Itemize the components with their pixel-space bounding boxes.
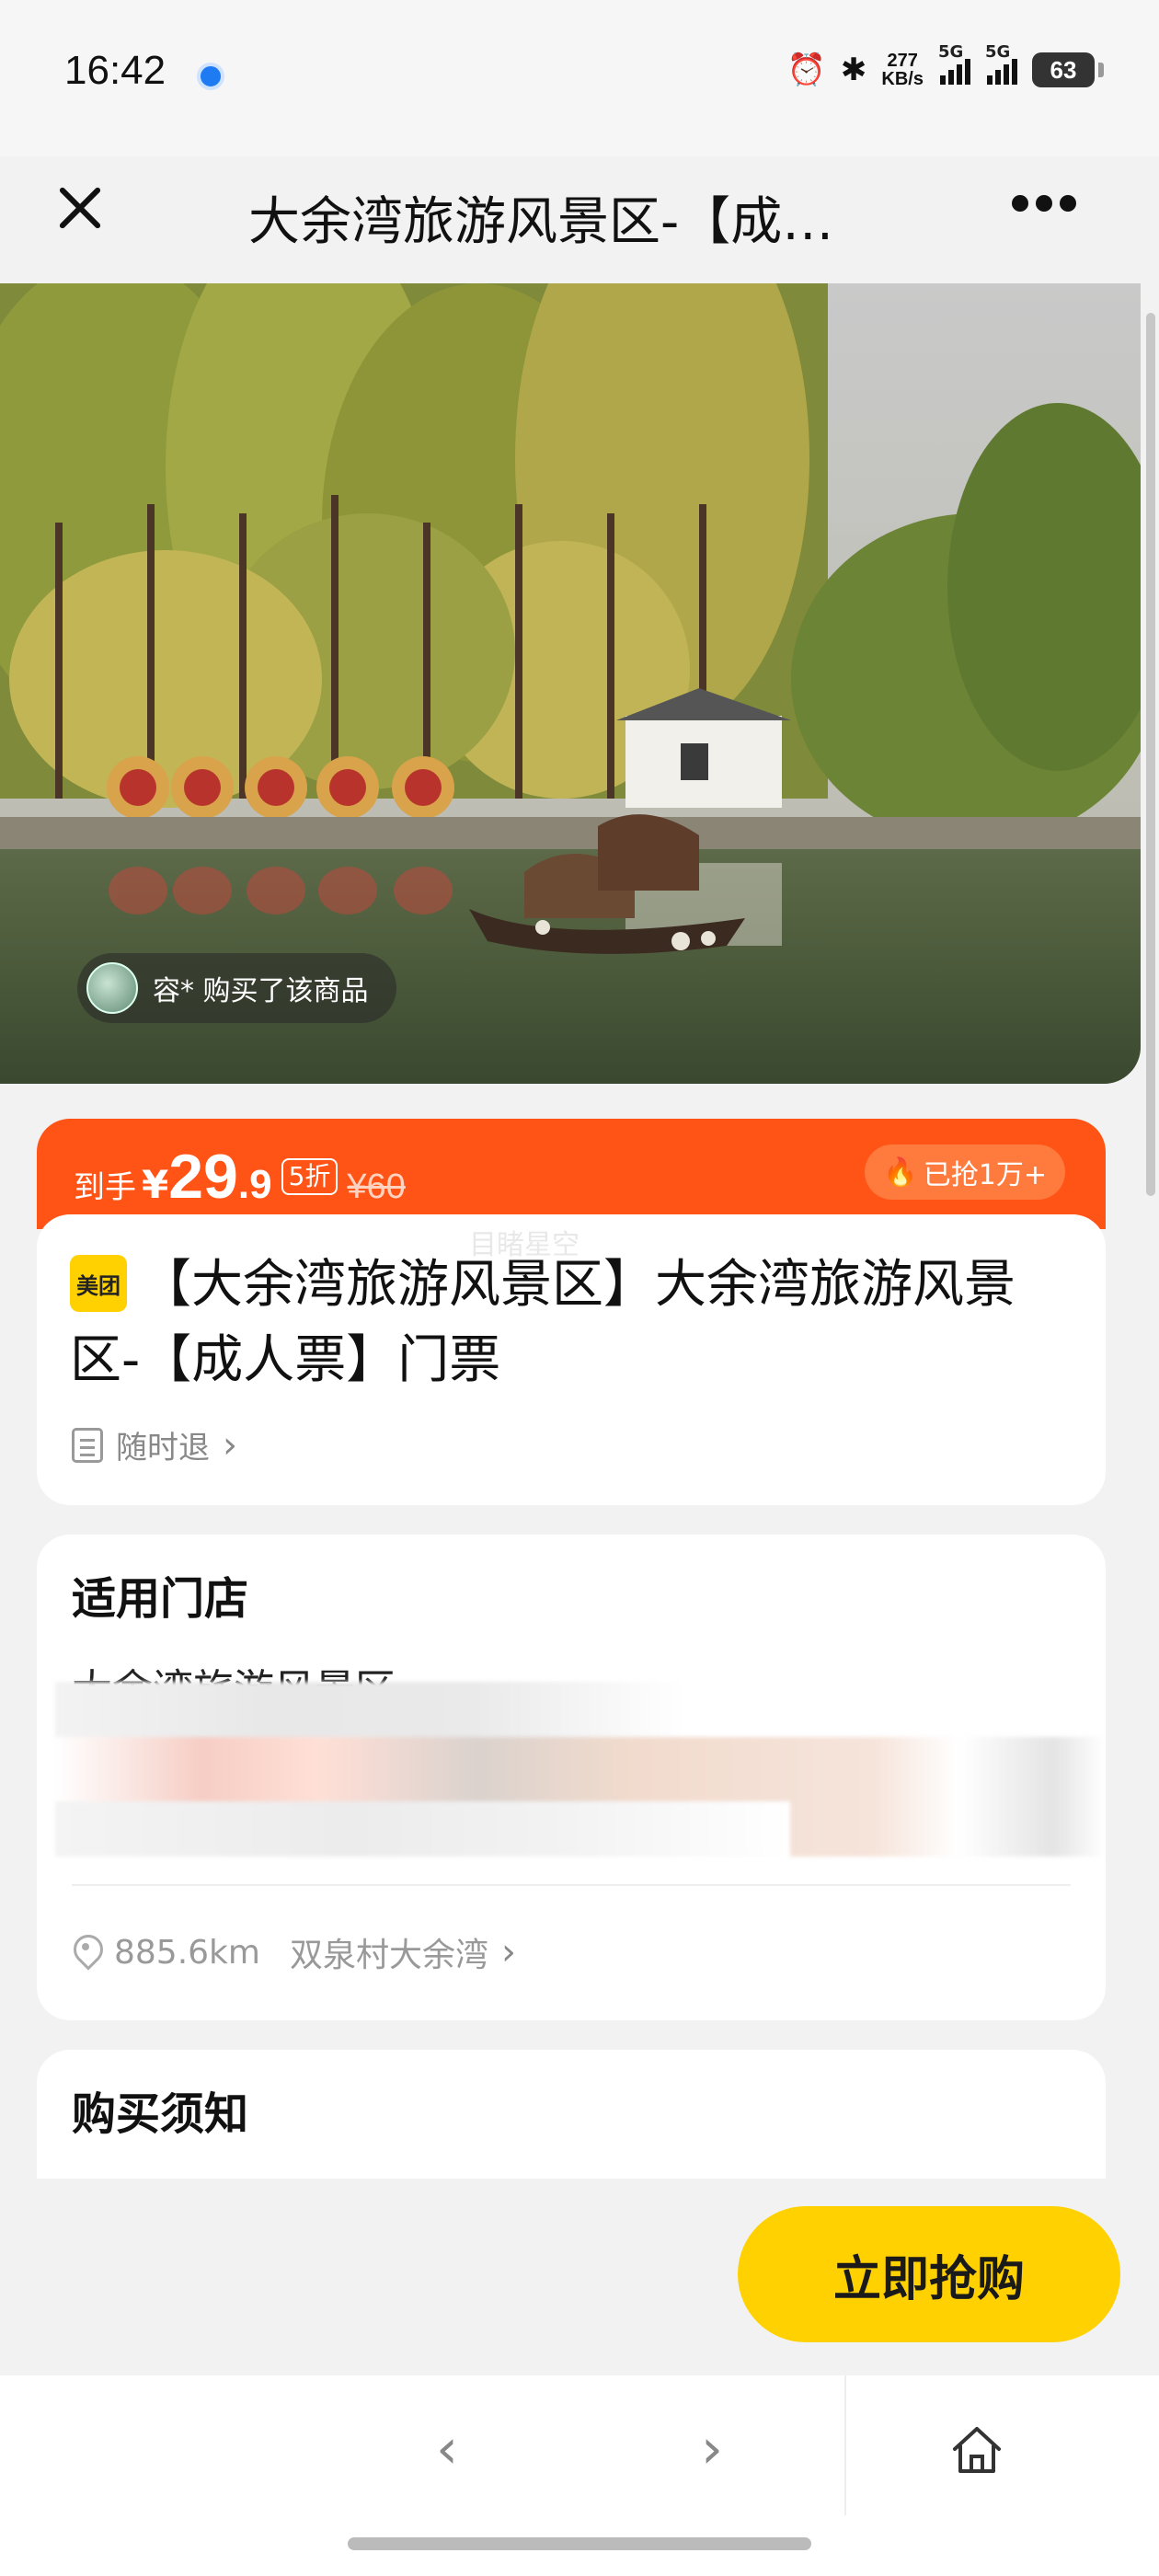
- network-speed-unit: KB/s: [881, 69, 924, 89]
- recent-buyer-notice: 容* 购买了该商品: [77, 953, 396, 1023]
- home-indicator[interactable]: [348, 2537, 811, 2550]
- back-arrow-icon[interactable]: ‹: [429, 2421, 465, 2477]
- applicable-stores-card: 适用门店 大余湾旅游风景区 885.6km 双泉村大余湾 ›: [37, 1535, 1106, 2020]
- location-pin-icon: [72, 1935, 101, 1970]
- status-icons: ⏰ ✱ 277 KB/s 5G 5G 63: [786, 42, 1104, 88]
- status-time: 16:42: [64, 48, 166, 93]
- store-address: 双泉村大余湾: [289, 1937, 488, 1974]
- divider: [844, 2375, 846, 2515]
- price-label: 到手: [74, 1169, 136, 1206]
- sold-count-text: 已抢1万+: [923, 1159, 1047, 1191]
- product-card: 目睹星空 【大余湾旅游风景区】大余湾旅游风景区-【成人票】门票 美团 随时退 ›: [37, 1214, 1106, 1505]
- price-area: 到手 ¥ 29 .9 5折 ¥60: [74, 1141, 406, 1213]
- original-price: ¥60: [347, 1167, 406, 1206]
- discount-badge: 5折: [281, 1158, 339, 1195]
- store-distance: 885.6km: [114, 1933, 260, 1972]
- chevron-right-icon: ›: [501, 1931, 516, 1973]
- close-icon[interactable]: [52, 180, 107, 236]
- refund-policy-label: 随时退: [116, 1430, 210, 1466]
- price-decimal: .9: [237, 1162, 272, 1207]
- alarm-icon: ⏰: [786, 52, 826, 88]
- app-notification-icon: [197, 63, 224, 90]
- scrollbar[interactable]: [1146, 313, 1155, 1196]
- network-speed-value: 277: [887, 51, 918, 71]
- network-speed: 277 KB/s: [881, 52, 924, 88]
- flame-icon: 🔥: [883, 1156, 918, 1189]
- chevron-right-icon: ›: [223, 1423, 237, 1466]
- refund-policy-link[interactable]: 随时退 ›: [72, 1422, 237, 1467]
- bluetooth-icon: ✱: [840, 52, 867, 88]
- document-icon: [72, 1427, 103, 1463]
- battery-icon: 63: [1032, 52, 1104, 87]
- price-currency: ¥: [142, 1162, 169, 1207]
- meituan-logo: 美团: [70, 1255, 127, 1312]
- signal-label-1: 5G: [938, 42, 964, 62]
- status-bar: 16:42 ⏰ ✱ 277 KB/s 5G 5G 63: [0, 0, 1159, 156]
- signal-icon-1: 5G: [938, 42, 970, 85]
- product-title: 【大余湾旅游风景区】大余湾旅游风景区-【成人票】门票: [70, 1255, 1016, 1390]
- purchase-notice-heading: 购买须知: [72, 2088, 249, 2140]
- avatar: [86, 962, 138, 1014]
- stores-heading: 适用门店: [72, 1573, 249, 1625]
- sold-count-badge: 🔥 已抢1万+: [865, 1144, 1065, 1200]
- divider: [72, 1884, 1071, 1886]
- price-integer: 29: [168, 1142, 238, 1212]
- recent-buyer-text: 容* 购买了该商品: [153, 975, 369, 1007]
- forward-arrow-icon[interactable]: ›: [694, 2421, 730, 2477]
- page-title: 大余湾旅游风景区-【成…: [248, 192, 834, 252]
- signal-icon-2: 5G: [985, 42, 1017, 85]
- home-icon[interactable]: [949, 2423, 1004, 2475]
- price-banner: 到手 ¥ 29 .9 5折 ¥60 🔥 已抢1万+: [37, 1119, 1106, 1229]
- more-options-icon[interactable]: [1012, 195, 1076, 212]
- signal-label-2: 5G: [985, 42, 1011, 62]
- buy-now-button[interactable]: 立即抢购: [738, 2206, 1120, 2342]
- store-location-link[interactable]: 885.6km 双泉村大余湾 ›: [72, 1928, 516, 1976]
- browser-toolbar: ‹ ›: [0, 2375, 1159, 2576]
- privacy-blur: [55, 1682, 1106, 1857]
- purchase-notice-card: 购买须知: [37, 2050, 1106, 2179]
